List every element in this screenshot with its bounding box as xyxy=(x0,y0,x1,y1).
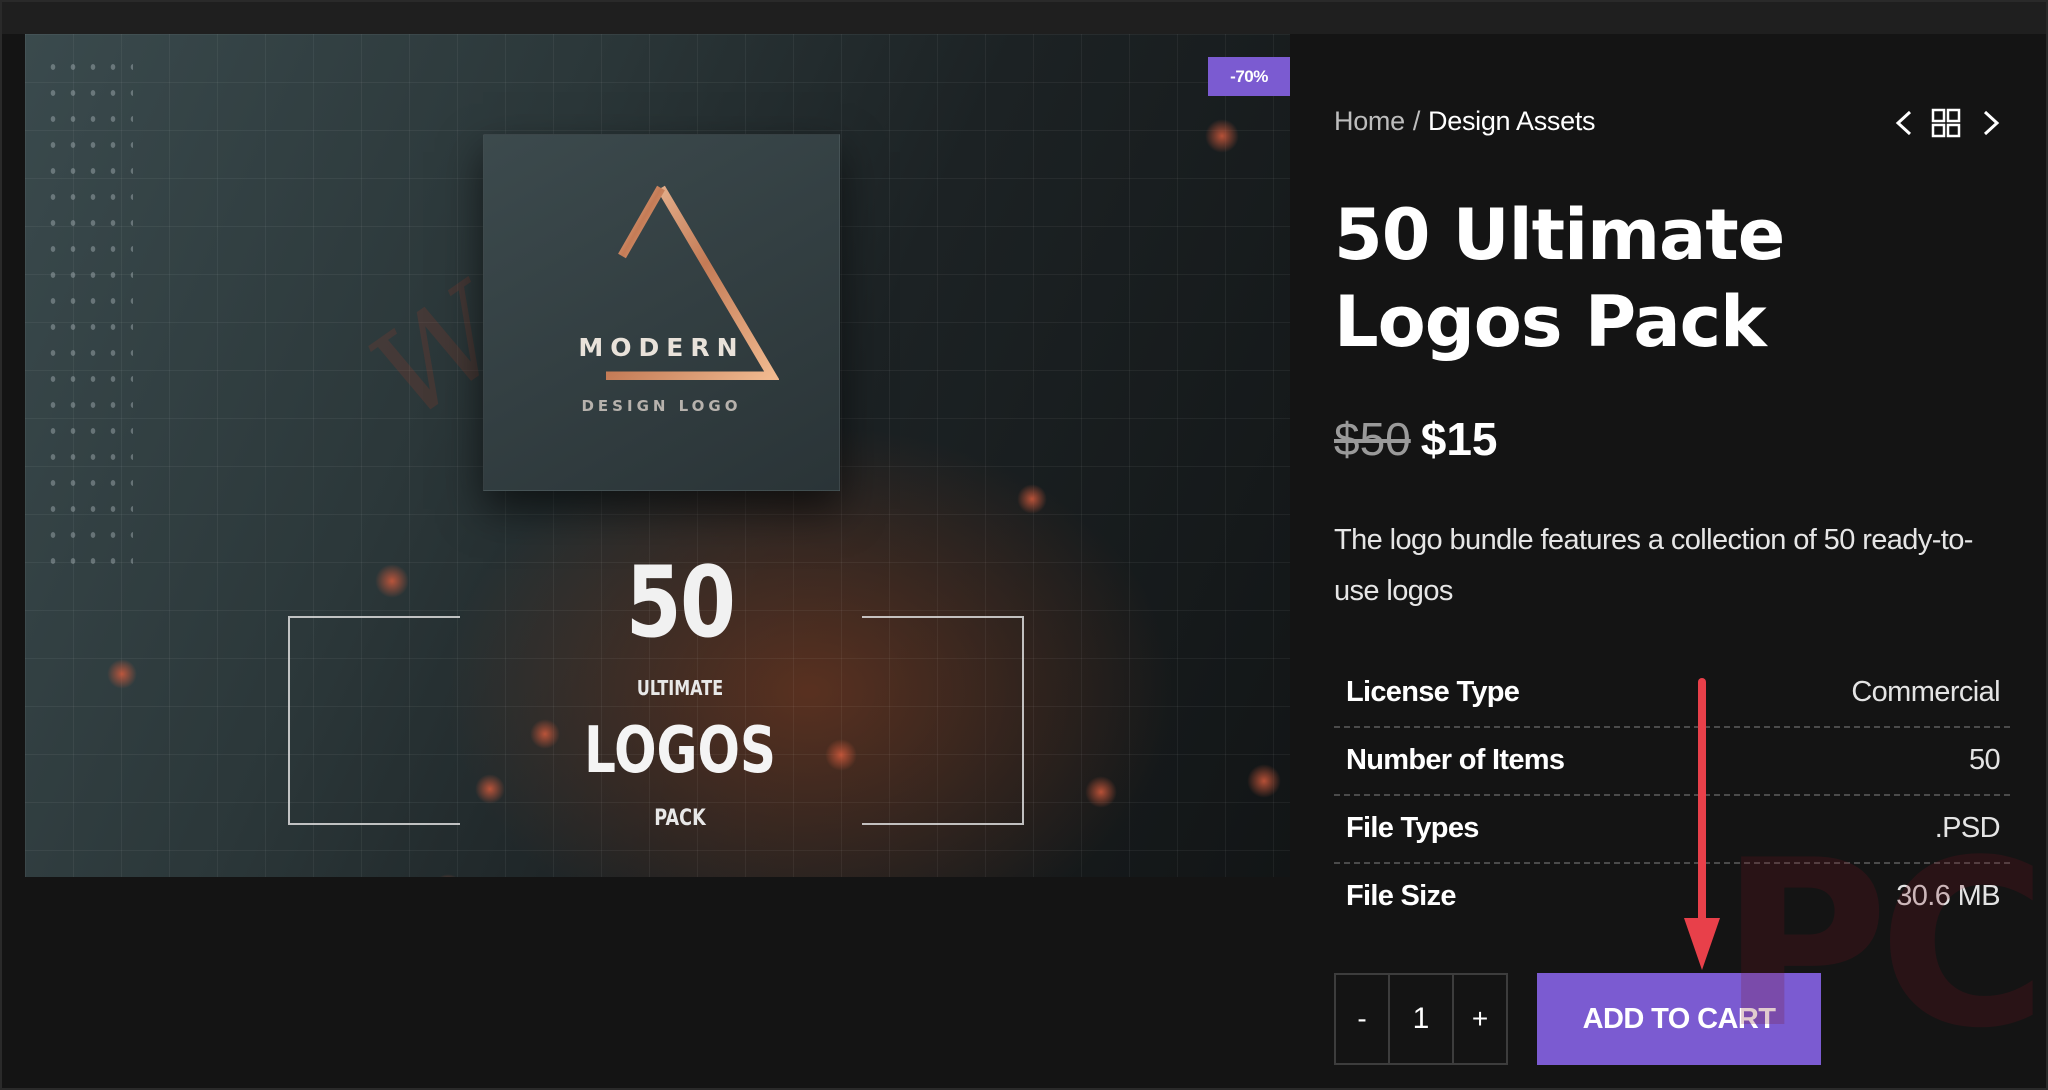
pack-frame-right xyxy=(862,616,1024,825)
quantity-increase-button[interactable]: + xyxy=(1452,975,1506,1063)
grid-icon[interactable] xyxy=(1929,106,1963,140)
product-title: 50 Ultimate Logos Pack xyxy=(1334,194,1785,363)
spec-label: Number of Items xyxy=(1346,744,1565,776)
ember-dot xyxy=(1085,776,1117,808)
ember-dot xyxy=(375,564,409,598)
pack-logos-text: LOGOS xyxy=(584,714,776,788)
old-price: $50 xyxy=(1334,413,1411,465)
spec-value: 50 xyxy=(1968,744,2001,776)
logo-subtitle: DESIGN LOGO xyxy=(581,397,742,415)
pack-frame-left xyxy=(288,616,460,825)
product-image[interactable]: W MODERN DESIGN LOGO 50 ULTIMATE LOGOS P… xyxy=(25,34,1290,877)
image-dots-texture xyxy=(43,54,133,574)
spec-label: License Type xyxy=(1346,676,1520,708)
breadcrumb: Home / Design Assets xyxy=(1334,106,1596,137)
logo-title: MODERN xyxy=(578,333,745,362)
chevron-right-icon[interactable] xyxy=(1973,106,2007,140)
breadcrumb-category-link[interactable]: Design Assets xyxy=(1428,106,1595,136)
quantity-stepper: - 1 + xyxy=(1334,973,1508,1065)
watermark-logo: PC xyxy=(1720,812,2046,1079)
ember-dot xyxy=(1247,764,1281,798)
ember-dot xyxy=(825,739,857,771)
pack-ultimate-text: ULTIMATE xyxy=(636,676,724,700)
product-navigation xyxy=(1888,106,2008,140)
annotation-arrow-icon xyxy=(1684,678,1720,970)
spec-row: Number of Items 50 xyxy=(1334,728,2010,796)
ember-dot xyxy=(1205,119,1239,153)
ember-dot xyxy=(530,719,560,749)
spec-row: License Type Commercial xyxy=(1334,660,2010,728)
pack-number: 50 xyxy=(625,546,736,660)
chevron-left-icon[interactable] xyxy=(1888,106,1922,140)
quantity-decrease-button[interactable]: - xyxy=(1336,975,1390,1063)
ember-dot xyxy=(1017,484,1047,514)
product-page: W MODERN DESIGN LOGO 50 ULTIMATE LOGOS P… xyxy=(0,0,2048,1090)
spec-value: Commercial xyxy=(1851,676,2000,708)
product-price: $50 $15 xyxy=(1334,412,1498,466)
ember-dot xyxy=(475,774,505,804)
pack-pack-text: PACK xyxy=(654,806,706,831)
spec-label: File Size xyxy=(1346,880,1456,912)
ember-dot xyxy=(107,659,137,689)
spec-label: File Types xyxy=(1346,812,1479,844)
product-description: The logo bundle features a collection of… xyxy=(1334,524,1973,607)
sale-price: $15 xyxy=(1420,413,1498,465)
logo-mockup-card: MODERN DESIGN LOGO xyxy=(483,134,840,491)
breadcrumb-home-link[interactable]: Home xyxy=(1334,106,1405,136)
quantity-input[interactable]: 1 xyxy=(1390,975,1452,1063)
breadcrumb-separator: / xyxy=(1412,106,1421,136)
discount-badge: -70% xyxy=(1208,57,1290,96)
